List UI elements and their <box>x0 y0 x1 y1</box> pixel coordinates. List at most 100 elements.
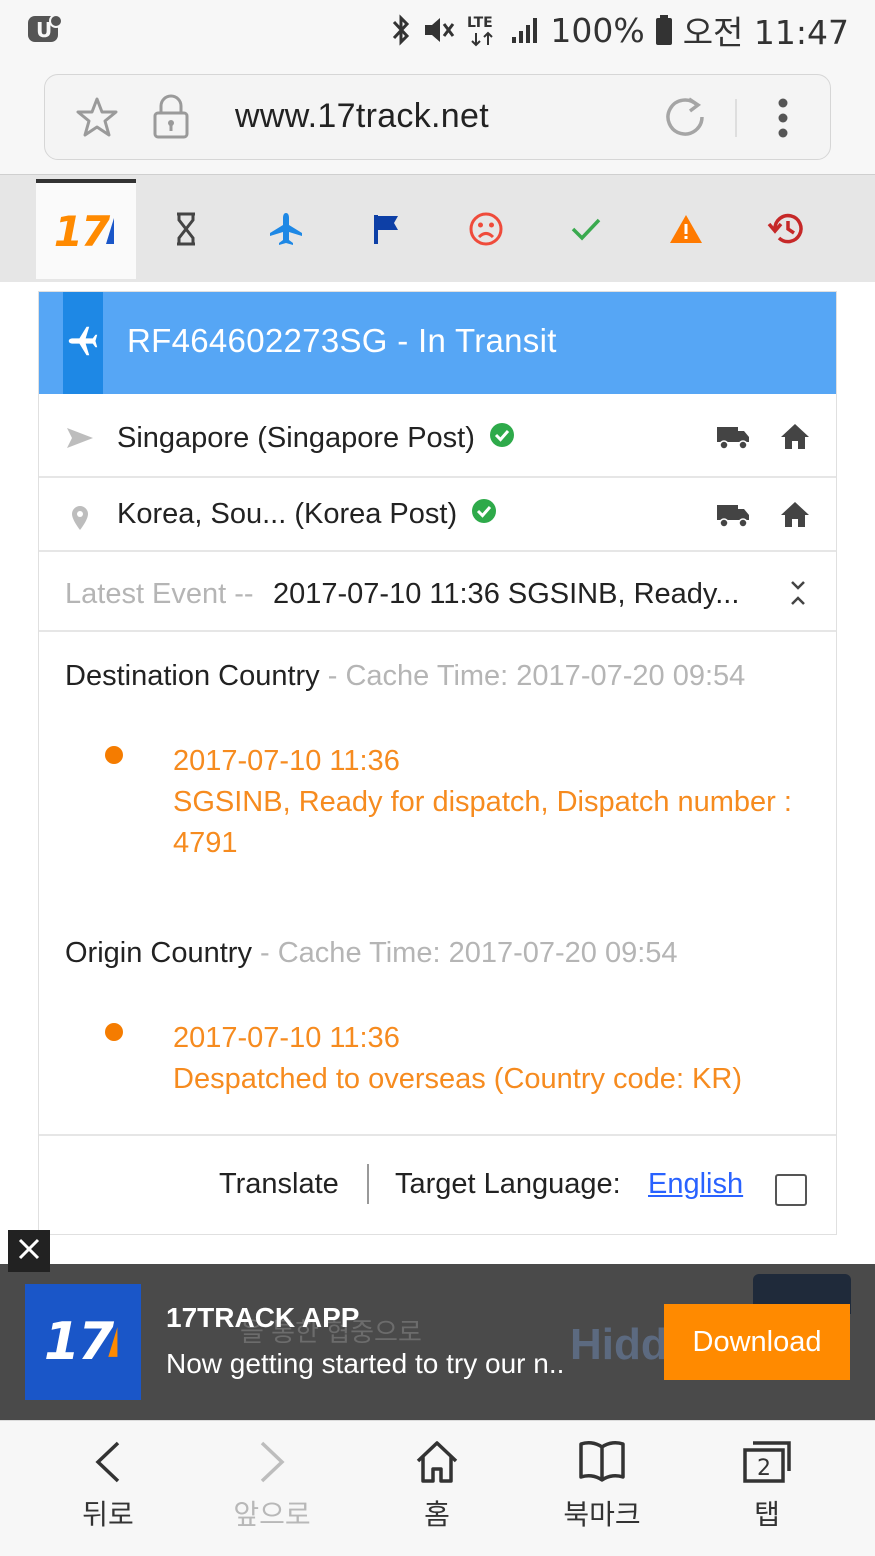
nav-home[interactable]: 홈 <box>367 1439 507 1549</box>
close-ad-button[interactable] <box>8 1230 50 1272</box>
event-desc: SGSINB, Ready for dispatch, Dispatch num… <box>173 786 792 818</box>
app-notification-icon: U <box>26 12 64 46</box>
origin-carrier-row[interactable]: Singapore (Singapore Post) <box>39 394 836 478</box>
event-time: 2017-07-10 11:36 <box>173 1022 400 1054</box>
app-subtitle: Now getting started to try our n.. <box>166 1348 565 1379</box>
lte-label: LTE <box>467 15 493 31</box>
sad-face-icon <box>468 211 504 252</box>
url-text[interactable]: www.17track.net <box>235 97 489 136</box>
latest-event-label: Latest Event -- <box>65 578 254 610</box>
logo-text: 17 <box>53 206 110 256</box>
signal-icon <box>510 15 540 45</box>
destination-title: Destination Country <box>65 660 320 692</box>
nav-forward-label: 앞으로 <box>233 1498 311 1531</box>
truck-icon[interactable] <box>716 424 750 455</box>
clock: 오전 11:47 <box>682 13 849 52</box>
tracking-header[interactable]: RF464602273SG - In Transit <box>39 292 836 394</box>
warning-icon <box>668 213 704 250</box>
browser-bottom-nav: 뒤로 앞으로 홈 북마크 2 탭 <box>0 1420 875 1556</box>
flag-icon <box>371 212 401 251</box>
tabs-icon: 2 <box>743 1441 791 1483</box>
translate-button[interactable]: Translate <box>219 1168 339 1201</box>
translate-divider <box>367 1164 369 1204</box>
check-icon <box>569 214 603 249</box>
destination-section-title: Destination Country - Cache Time: 2017-0… <box>65 660 745 693</box>
send-icon <box>65 426 95 455</box>
latest-event-row[interactable]: Latest Event -- 2017-07-10 11:36 SGSINB,… <box>39 552 836 632</box>
truck-icon[interactable] <box>716 502 750 533</box>
battery-icon <box>655 14 673 46</box>
17track-app-logo: 17 <box>25 1284 141 1400</box>
nav-home-label: 홈 <box>424 1498 450 1531</box>
nav-tabs[interactable]: 2 탭 <box>697 1439 837 1549</box>
tab-alert[interactable] <box>636 181 736 281</box>
nav-bookmarks-label: 북마크 <box>563 1498 641 1531</box>
nav-tabs-label: 탭 <box>754 1498 780 1531</box>
battery-percent: 100% <box>550 10 645 50</box>
download-button[interactable]: Download <box>664 1304 850 1380</box>
origin-section-title: Origin Country - Cache Time: 2017-07-20 … <box>65 937 678 970</box>
destination-cache-time: - Cache Time: 2017-07-20 09:54 <box>319 660 746 692</box>
event-time: 2017-07-10 11:36 <box>173 745 400 777</box>
destination-carrier-label: Korea, Sou... (Korea Post) <box>117 498 458 530</box>
back-arrow-icon <box>95 1441 120 1483</box>
home-icon[interactable] <box>780 422 810 455</box>
origin-event-text: 2017-07-10 11:36 Despatched to overseas … <box>173 1018 823 1100</box>
forward-arrow-icon <box>260 1441 285 1483</box>
more-menu-icon[interactable] <box>773 97 793 144</box>
origin-title: Origin Country <box>65 937 252 969</box>
destination-carrier: Korea, Sou... (Korea Post) <box>117 498 497 532</box>
translate-checkbox[interactable] <box>775 1174 807 1206</box>
tab-pickup[interactable] <box>336 181 436 281</box>
nav-bookmarks[interactable]: 북마크 <box>532 1439 672 1549</box>
target-language-link[interactable]: English <box>648 1168 743 1201</box>
status-bar: U LTE 100% 오전 11:47 <box>0 0 875 60</box>
address-bar[interactable]: www.17track.net <box>44 74 831 160</box>
app-logo-text: 17 <box>43 1312 114 1372</box>
destination-carrier-row[interactable]: Korea, Sou... (Korea Post) <box>39 478 836 552</box>
tab-undelivered[interactable] <box>436 181 536 281</box>
app-title: 17TRACK APP <box>166 1302 360 1333</box>
lock-icon[interactable] <box>151 93 191 144</box>
nav-back-label: 뒤로 <box>82 1498 134 1531</box>
airplane-icon <box>67 325 99 362</box>
mute-icon <box>422 14 456 46</box>
logo-slash-icon <box>106 218 115 244</box>
verified-check-icon <box>471 498 497 532</box>
tab-count: 2 <box>757 1456 771 1481</box>
ad-background-brand: Hidd <box>570 1320 668 1369</box>
home-icon[interactable] <box>780 500 810 533</box>
app-promo-banner[interactable]: 을 통한 협중으로 Hidd 17 17TRACK APP Now gettin… <box>0 1264 875 1420</box>
tab-in-transit[interactable] <box>236 181 336 281</box>
event-desc-cont: 4791 <box>173 827 238 859</box>
nav-back[interactable]: 뒤로 <box>38 1439 178 1549</box>
tab-delivered[interactable] <box>536 181 636 281</box>
event-dot <box>105 746 123 764</box>
nav-forward[interactable]: 앞으로 <box>202 1439 342 1549</box>
event-desc: Despatched to overseas (Country code: KR… <box>173 1063 742 1095</box>
bluetooth-icon <box>390 14 412 46</box>
17track-logo: 17 <box>53 206 110 256</box>
toolbar-divider <box>735 99 737 137</box>
close-icon <box>18 1238 40 1265</box>
hourglass-icon <box>174 212 198 251</box>
airplane-icon <box>268 211 304 252</box>
tab-all[interactable]: 17 <box>36 179 136 279</box>
reload-icon[interactable] <box>663 95 707 144</box>
collapse-toggle-icon[interactable] <box>790 580 806 611</box>
bookmark-star-icon[interactable] <box>75 95 119 144</box>
status-filter-tabs: 17 <box>0 174 875 282</box>
tab-expired[interactable] <box>736 181 836 281</box>
lte-icon: LTE <box>466 13 500 47</box>
target-language-label: Target Language: <box>395 1168 621 1200</box>
destination-event-text: 2017-07-10 11:36 SGSINB, Ready for dispa… <box>173 741 823 864</box>
origin-cache-time: - Cache Time: 2017-07-20 09:54 <box>251 937 678 969</box>
book-icon <box>579 1441 625 1482</box>
translate-row: Translate Target Language: English <box>39 1134 836 1234</box>
home-outline-icon <box>416 1441 458 1483</box>
origin-carrier: Singapore (Singapore Post) <box>117 422 515 456</box>
location-pin-icon <box>65 504 95 537</box>
verified-check-icon <box>489 422 515 456</box>
latest-event-value: 2017-07-10 11:36 SGSINB, Ready... <box>273 578 740 610</box>
tab-pending[interactable] <box>136 181 236 281</box>
